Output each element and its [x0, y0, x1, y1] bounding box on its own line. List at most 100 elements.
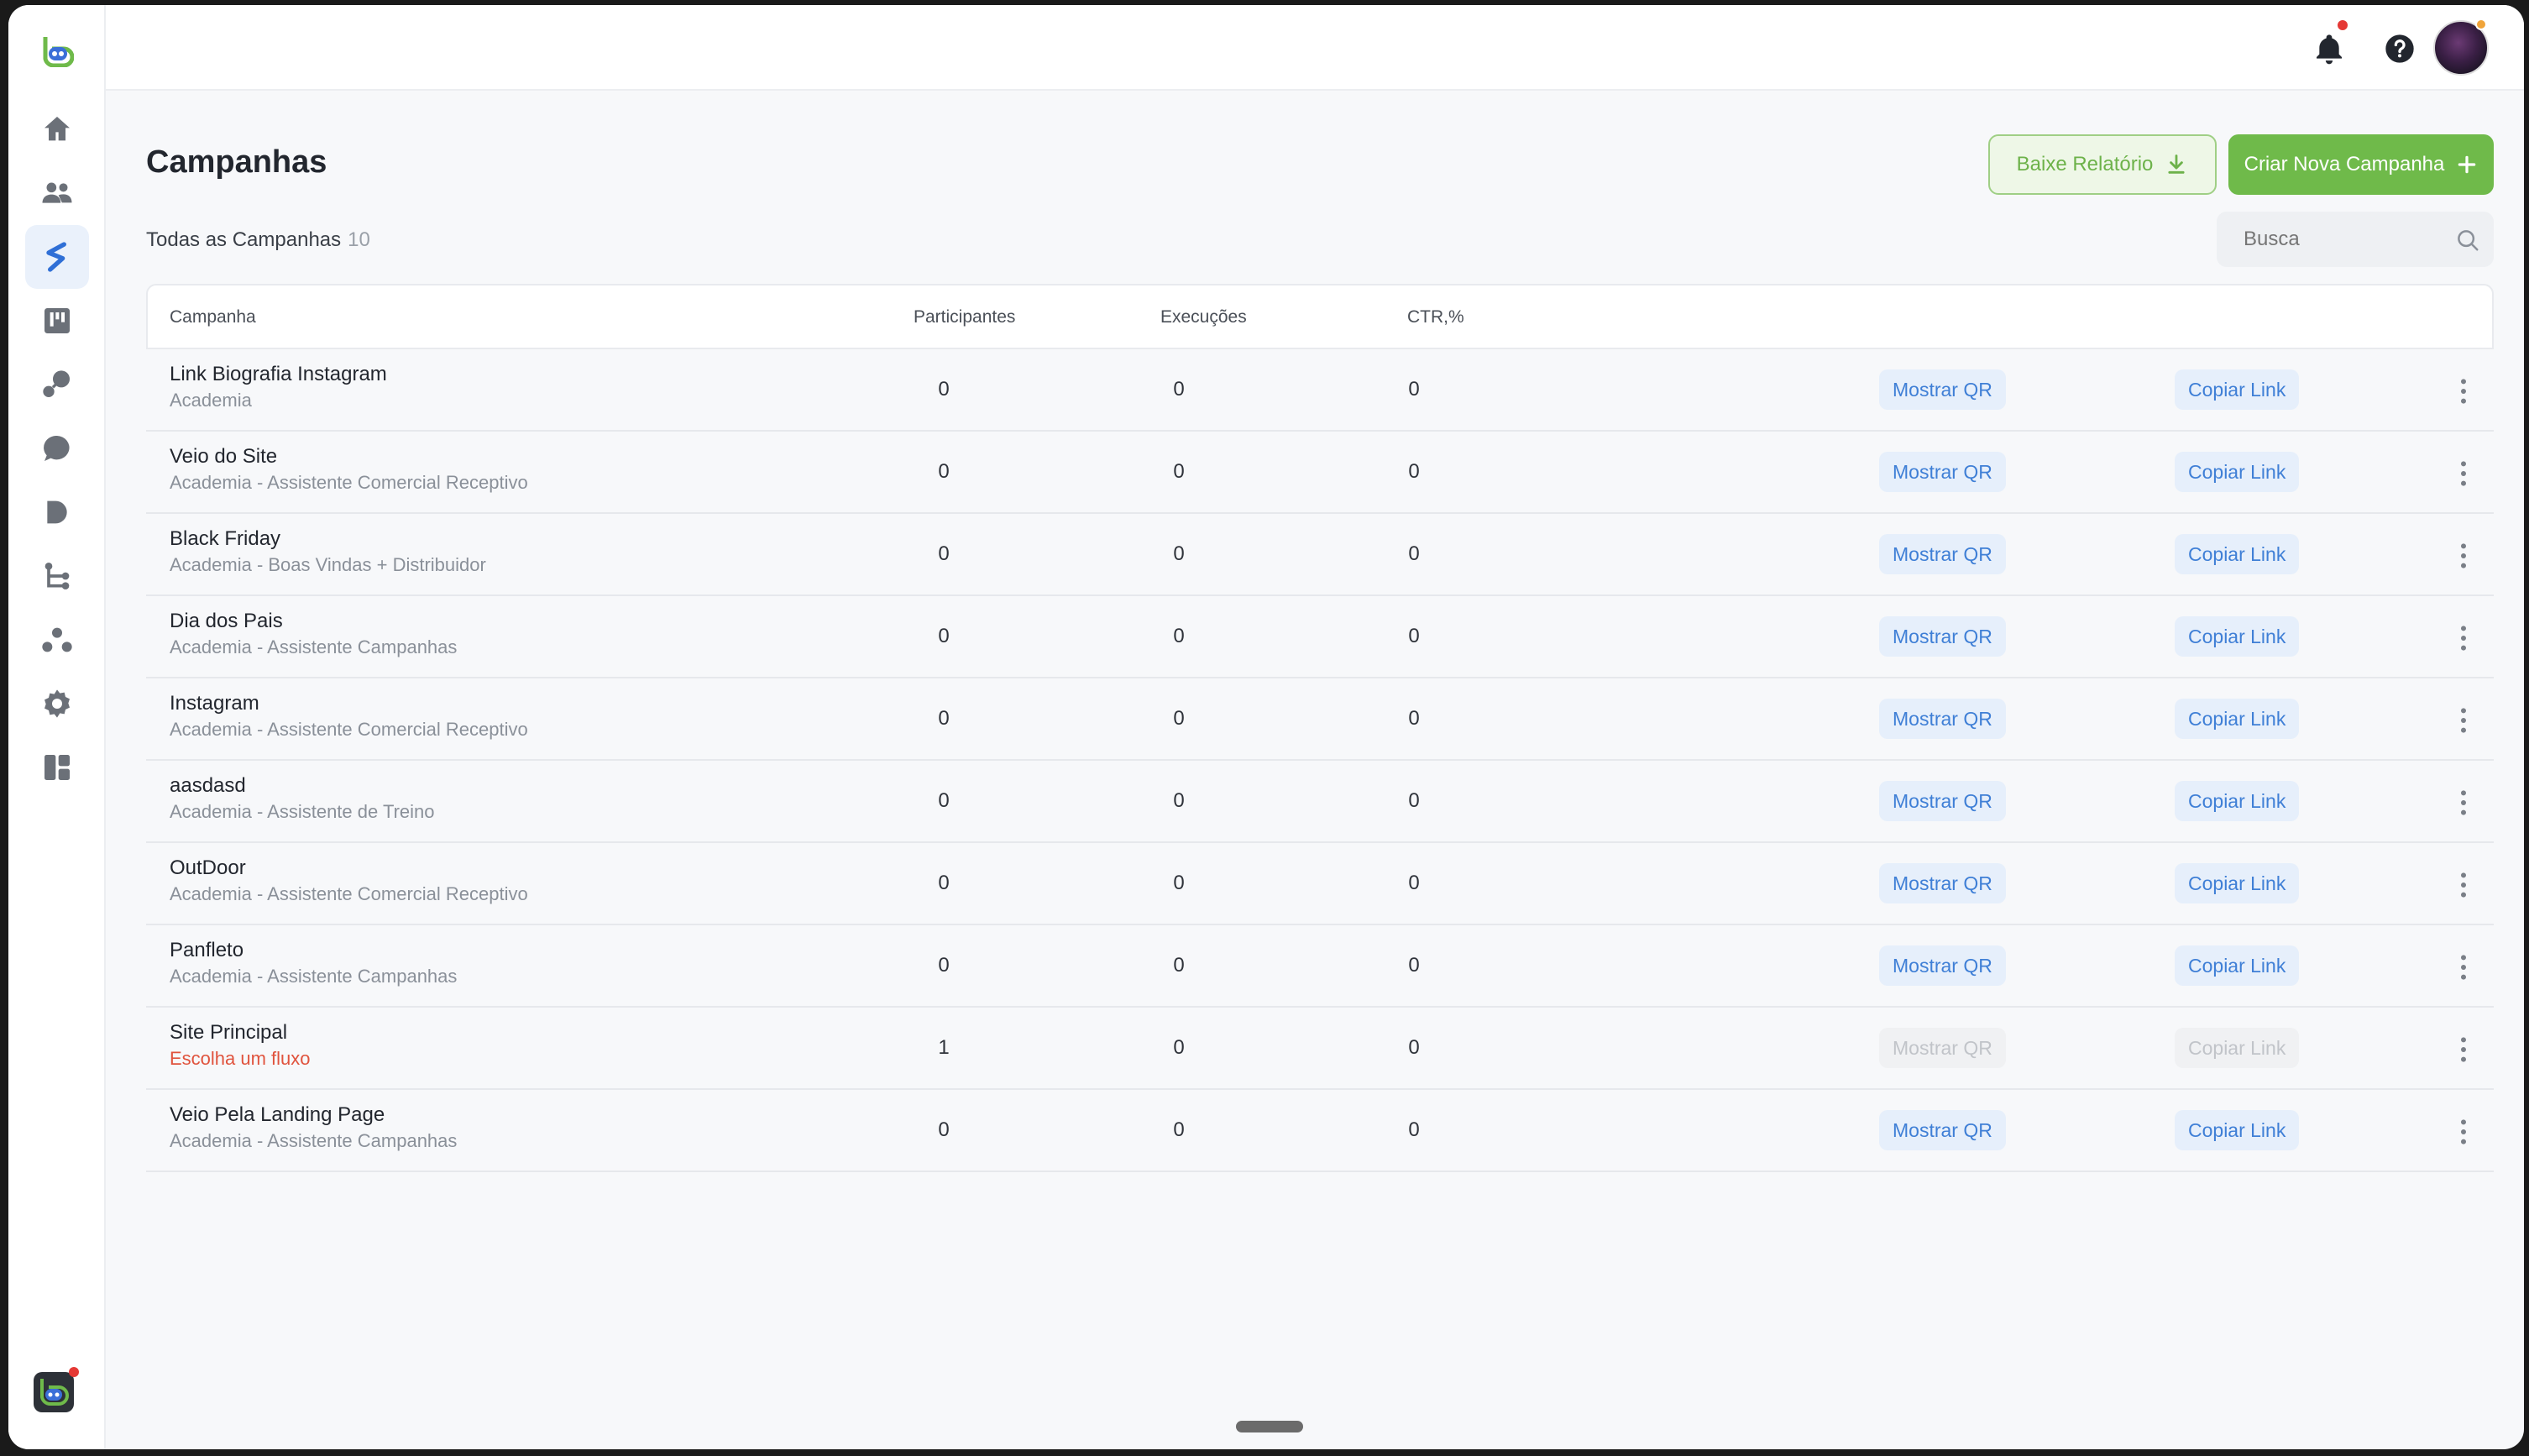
app-window: Campanhas Baixe Relatório Criar Nova Cam…: [8, 5, 2524, 1449]
table-row[interactable]: Panfleto Academia - Assistente Campanhas 0…: [146, 925, 2494, 1008]
sidebar-item-integrations[interactable]: [25, 353, 89, 416]
board-icon: [45, 308, 70, 333]
create-campaign-label: Criar Nova Campanha: [2244, 153, 2445, 175]
campaign-flow: Academia - Assistente Campanhas: [170, 966, 458, 987]
show-qr-button[interactable]: Mostrar QR: [1879, 369, 2006, 410]
plus-icon: [2458, 155, 2476, 174]
table-row[interactable]: aasdasd Academia - Assistente de Treino 0 0…: [146, 761, 2494, 843]
participants-value: 0: [938, 707, 950, 730]
more-options-icon[interactable]: [2447, 704, 2480, 737]
show-qr-button[interactable]: Mostrar QR: [1879, 534, 2006, 574]
participants-value: 0: [938, 954, 950, 977]
show-qr-button[interactable]: Mostrar QR: [1879, 616, 2006, 657]
campaign-name[interactable]: Link Biografia Instagram: [170, 363, 387, 386]
show-qr-button[interactable]: Mostrar QR: [1879, 863, 2006, 903]
show-qr-button[interactable]: Mostrar QR: [1879, 699, 2006, 739]
campaign-flow: Academia - Assistente Comercial Receptiv…: [170, 472, 528, 493]
sidebar-item-people[interactable]: [25, 161, 89, 225]
search-icon[interactable]: [2455, 228, 2480, 253]
campaign-name[interactable]: Site Principal: [170, 1021, 311, 1045]
create-campaign-button[interactable]: Criar Nova Campanha: [2228, 134, 2494, 195]
more-options-icon[interactable]: [2447, 539, 2480, 573]
top-bar: [106, 5, 2524, 91]
campaign-name[interactable]: Veio do Site: [170, 445, 528, 469]
copy-link-button: Copiar Link: [2175, 1028, 2300, 1068]
table-row[interactable]: Veio Pela Landing Page Academia - Assiste…: [146, 1090, 2494, 1172]
campaign-flow: Academia - Assistente Comercial Receptiv…: [170, 719, 528, 740]
sidebar-item-chat[interactable]: [25, 416, 89, 480]
campaign-name[interactable]: Veio Pela Landing Page: [170, 1103, 457, 1127]
ctr-value: 0: [1408, 460, 1420, 483]
sidebar-item-board[interactable]: [25, 289, 89, 353]
campaign-cell: Link Biografia Instagram Academia: [170, 363, 387, 411]
copy-link-button[interactable]: Copiar Link: [2175, 534, 2300, 574]
more-options-icon[interactable]: [2447, 1033, 2480, 1066]
ctr-value: 0: [1408, 1036, 1420, 1059]
download-report-button[interactable]: Baixe Relatório: [1988, 134, 2217, 195]
table-row[interactable]: Instagram Academia - Assistente Comercial…: [146, 678, 2494, 761]
executions-value: 0: [1173, 1118, 1185, 1141]
participants-value: 1: [938, 1036, 950, 1059]
sidebar-item-play[interactable]: [25, 480, 89, 544]
show-qr-button[interactable]: Mostrar QR: [1879, 945, 2006, 986]
campaign-cell: OutDoor Academia - Assistente Comercial R…: [170, 856, 528, 905]
show-qr-button[interactable]: Mostrar QR: [1879, 1110, 2006, 1150]
logo-icon[interactable]: [40, 34, 74, 67]
executions-value: 0: [1173, 460, 1185, 483]
copy-link-button[interactable]: Copiar Link: [2175, 699, 2300, 739]
campaign-flow: Academia - Assistente Campanhas: [170, 636, 458, 657]
column-header-ctr[interactable]: CTR,%: [1407, 307, 1464, 327]
ctr-value: 0: [1408, 707, 1420, 730]
campaign-name[interactable]: Black Friday: [170, 527, 486, 551]
table-row[interactable]: OutDoor Academia - Assistente Comercial R…: [146, 843, 2494, 925]
column-header-participants[interactable]: Participantes: [914, 307, 1015, 327]
campaign-cell: Instagram Academia - Assistente Comercial…: [170, 692, 528, 741]
campaign-name[interactable]: OutDoor: [170, 856, 528, 880]
more-options-icon[interactable]: [2447, 786, 2480, 820]
table-row[interactable]: Black Friday Academia - Boas Vindas + Dis…: [146, 514, 2494, 596]
assistant-bot-icon[interactable]: [32, 1367, 79, 1414]
campaign-cell: Black Friday Academia - Boas Vindas + Dis…: [170, 527, 486, 576]
people-icon: [42, 182, 72, 203]
copy-link-button[interactable]: Copiar Link: [2175, 1110, 2300, 1150]
bell-icon[interactable]: [2312, 32, 2346, 65]
integration-icon: [43, 370, 70, 397]
sidebar-item-network[interactable]: [25, 608, 89, 672]
copy-link-button[interactable]: Copiar Link: [2175, 452, 2300, 492]
campaign-name[interactable]: Panfleto: [170, 939, 457, 962]
table-row[interactable]: Dia dos Pais Academia - Assistente Campan…: [146, 596, 2494, 678]
campaign-flow[interactable]: Escolha um fluxo: [170, 1048, 311, 1070]
campaign-cell: Veio do Site Academia - Assistente Comerc…: [170, 445, 528, 494]
more-options-icon[interactable]: [2447, 1115, 2480, 1149]
show-qr-button[interactable]: Mostrar QR: [1879, 452, 2006, 492]
more-options-icon[interactable]: [2447, 951, 2480, 984]
more-options-icon[interactable]: [2447, 457, 2480, 490]
search-input[interactable]: [2244, 228, 2445, 251]
table-row[interactable]: Veio do Site Academia - Assistente Comerc…: [146, 432, 2494, 514]
more-options-icon[interactable]: [2447, 374, 2480, 408]
copy-link-button[interactable]: Copiar Link: [2175, 863, 2300, 903]
table-row[interactable]: Link Biografia Instagram Academia 0 0 0 Mostr…: [146, 349, 2494, 432]
copy-link-button[interactable]: Copiar Link: [2175, 781, 2300, 821]
campaign-name[interactable]: aasdasd: [170, 774, 435, 798]
campaign-table-body: Link Biografia Instagram Academia 0 0 0 Mostr…: [146, 349, 2494, 1172]
copy-link-button[interactable]: Copiar Link: [2175, 616, 2300, 657]
copy-link-button[interactable]: Copiar Link: [2175, 945, 2300, 986]
more-options-icon[interactable]: [2447, 621, 2480, 655]
sidebar-item-dashboard[interactable]: [25, 736, 89, 799]
copy-link-button[interactable]: Copiar Link: [2175, 369, 2300, 410]
column-header-executions[interactable]: Execuções: [1160, 307, 1247, 327]
sidebar-item-campaigns[interactable]: [25, 225, 89, 289]
sidebar-item-settings[interactable]: [25, 672, 89, 736]
column-header-campaign[interactable]: Campanha: [170, 307, 256, 327]
ctr-value: 0: [1408, 789, 1420, 812]
campaign-flow: Academia - Assistente Comercial Receptiv…: [170, 883, 528, 904]
campaign-name[interactable]: Dia dos Pais: [170, 610, 457, 633]
sidebar-item-home[interactable]: [25, 97, 89, 161]
campaign-name[interactable]: Instagram: [170, 692, 528, 715]
more-options-icon[interactable]: [2447, 868, 2480, 902]
table-row[interactable]: Site Principal Escolha um fluxo 1 0 0 Mostrar…: [146, 1008, 2494, 1090]
help-icon[interactable]: [2383, 32, 2416, 65]
show-qr-button[interactable]: Mostrar QR: [1879, 781, 2006, 821]
sidebar-item-flows[interactable]: [25, 544, 89, 608]
